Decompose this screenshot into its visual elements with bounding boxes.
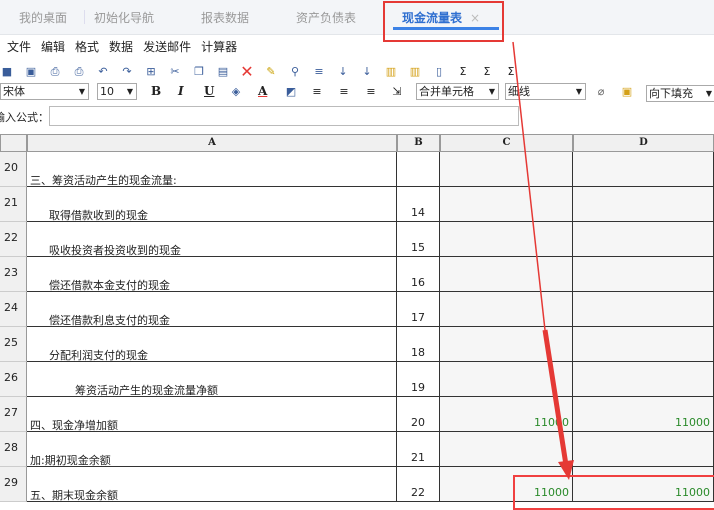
annotation-arrow (512, 41, 574, 480)
arrow-head (558, 460, 574, 480)
arrow-line-thick (542, 329, 569, 466)
arrow-line-thin (512, 41, 546, 331)
